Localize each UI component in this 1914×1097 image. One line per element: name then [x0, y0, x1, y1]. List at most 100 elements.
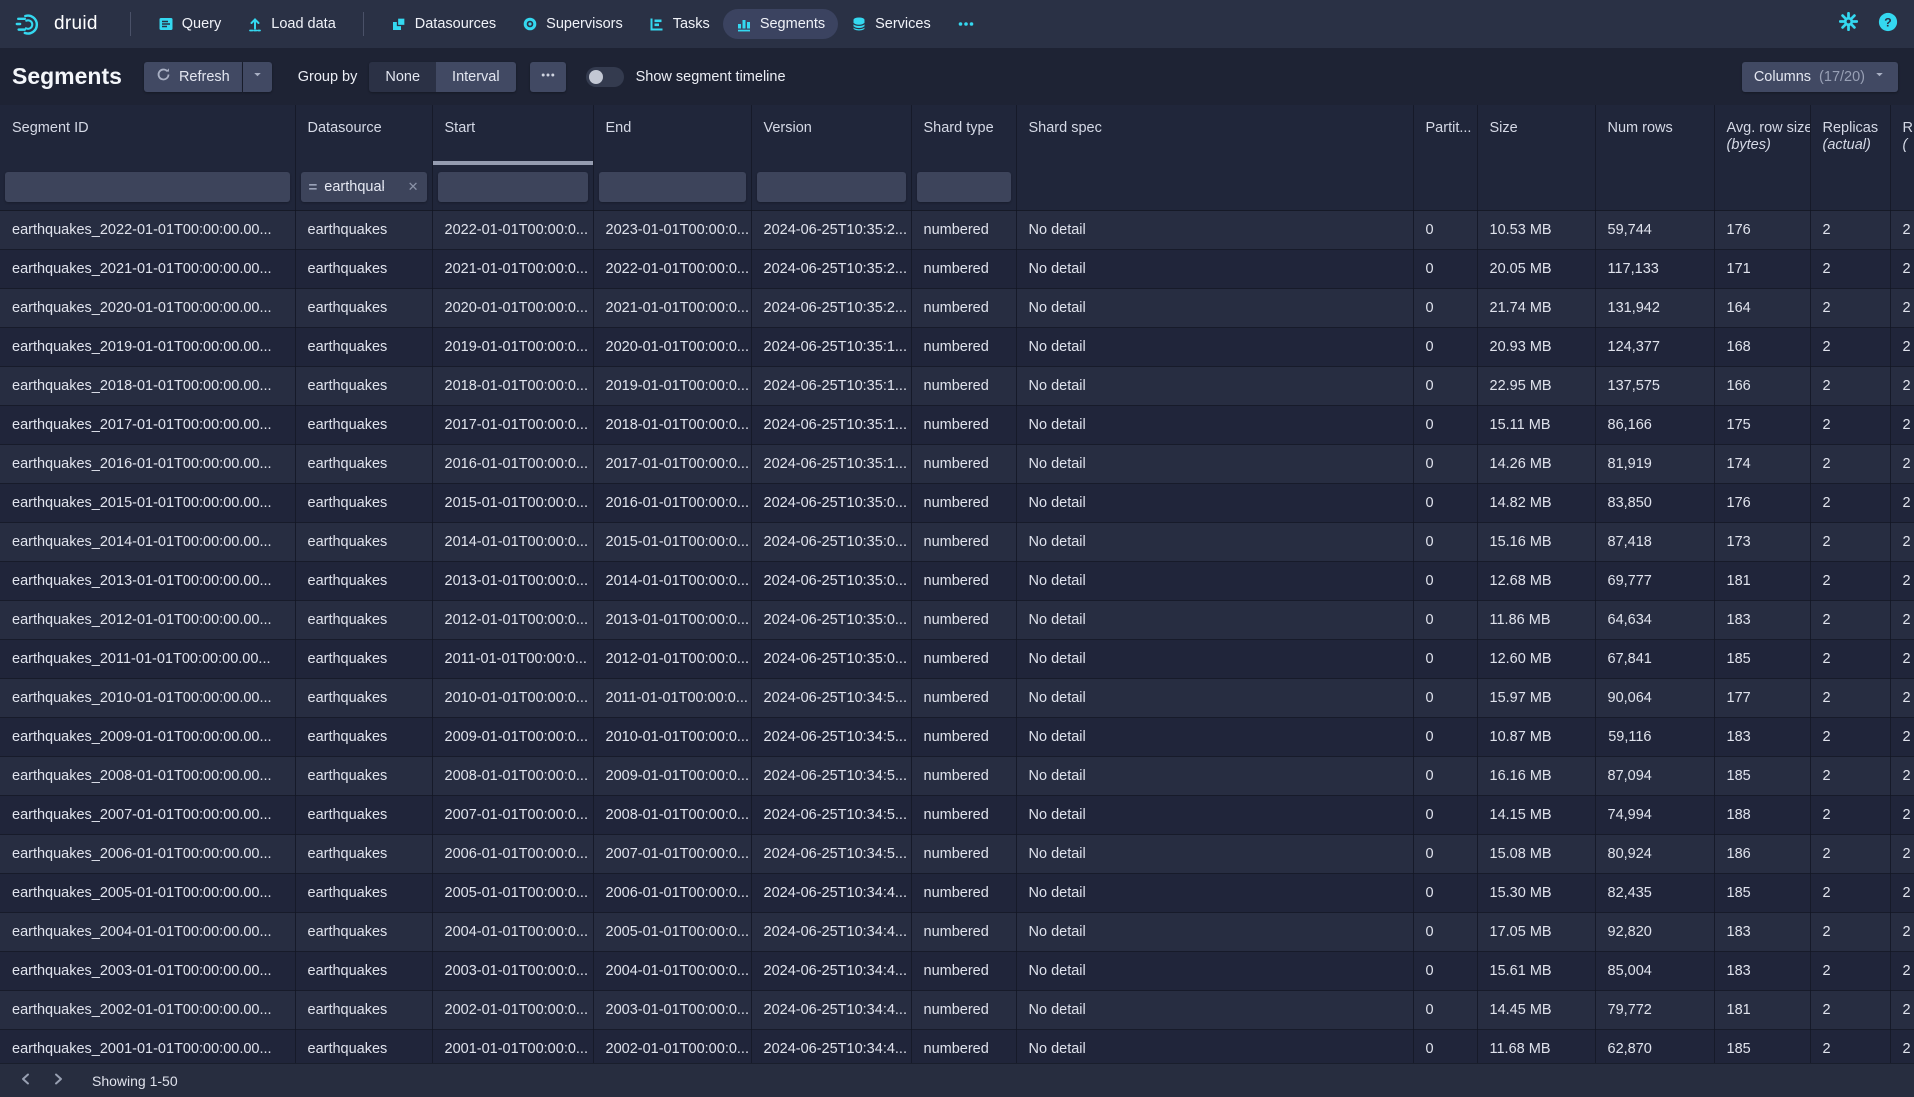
- cell-end[interactable]: 2007-01-01T00:00:0...: [593, 834, 751, 873]
- clear-filter-icon[interactable]: ✕: [408, 179, 419, 195]
- cell-datasource[interactable]: earthquakes: [295, 873, 432, 912]
- cell-shard-type[interactable]: numbered: [911, 951, 1016, 990]
- cell-replicas[interactable]: 2: [1810, 327, 1890, 366]
- cell-version[interactable]: 2024-06-25T10:35:0...: [751, 522, 911, 561]
- nav-item-datasources[interactable]: Datasources: [378, 9, 509, 39]
- cell-start[interactable]: 2010-01-01T00:00:0...: [432, 678, 593, 717]
- end-filter-input[interactable]: [599, 172, 746, 202]
- cell-version[interactable]: 2024-06-25T10:34:5...: [751, 678, 911, 717]
- cell-replicas[interactable]: 2: [1810, 795, 1890, 834]
- cell-segment-id[interactable]: earthquakes_2006-01-01T00:00:00.00...: [0, 834, 295, 873]
- cell-num-rows[interactable]: 69,777: [1595, 561, 1714, 600]
- cell-replicated-size[interactable]: 2: [1890, 249, 1914, 288]
- column-header-shard-type[interactable]: Shard type: [911, 105, 1016, 165]
- cell-segment-id[interactable]: earthquakes_2002-01-01T00:00:00.00...: [0, 990, 295, 1029]
- cell-shard-type[interactable]: numbered: [911, 912, 1016, 951]
- cell-end[interactable]: 2019-01-01T00:00:0...: [593, 366, 751, 405]
- cell-avg-row-size[interactable]: 164: [1714, 288, 1810, 327]
- cell-num-rows[interactable]: 81,919: [1595, 444, 1714, 483]
- cell-avg-row-size[interactable]: 174: [1714, 444, 1810, 483]
- cell-datasource[interactable]: earthquakes: [295, 600, 432, 639]
- cell-avg-row-size[interactable]: 185: [1714, 756, 1810, 795]
- cell-size[interactable]: 22.95 MB: [1477, 366, 1595, 405]
- cell-version[interactable]: 2024-06-25T10:34:5...: [751, 795, 911, 834]
- nav-item-supervisors[interactable]: Supervisors: [509, 9, 636, 39]
- table-row[interactable]: earthquakes_2021-01-01T00:00:00.00... ea…: [0, 249, 1914, 288]
- cell-start[interactable]: 2014-01-01T00:00:0...: [432, 522, 593, 561]
- column-header-start[interactable]: Start: [432, 105, 593, 165]
- cell-num-rows[interactable]: 86,166: [1595, 405, 1714, 444]
- cell-replicas[interactable]: 2: [1810, 717, 1890, 756]
- cell-avg-row-size[interactable]: 185: [1714, 873, 1810, 912]
- cell-start[interactable]: 2019-01-01T00:00:0...: [432, 327, 593, 366]
- cell-segment-id[interactable]: earthquakes_2018-01-01T00:00:00.00...: [0, 366, 295, 405]
- cell-shard-type[interactable]: numbered: [911, 327, 1016, 366]
- cell-shard-type[interactable]: numbered: [911, 990, 1016, 1029]
- group-by-interval-button[interactable]: Interval: [436, 62, 516, 92]
- settings-button[interactable]: [1839, 12, 1858, 36]
- datasource-filter-chip[interactable]: = earthquake ✕: [301, 172, 427, 202]
- cell-end[interactable]: 2013-01-01T00:00:0...: [593, 600, 751, 639]
- cell-datasource[interactable]: earthquakes: [295, 210, 432, 249]
- cell-shard-type[interactable]: numbered: [911, 834, 1016, 873]
- cell-replicated-size[interactable]: 2: [1890, 288, 1914, 327]
- cell-partition[interactable]: 0: [1413, 405, 1477, 444]
- cell-segment-id[interactable]: earthquakes_2007-01-01T00:00:00.00...: [0, 795, 295, 834]
- table-row[interactable]: earthquakes_2006-01-01T00:00:00.00... ea…: [0, 834, 1914, 873]
- cell-partition[interactable]: 0: [1413, 678, 1477, 717]
- cell-partition[interactable]: 0: [1413, 444, 1477, 483]
- cell-replicated-size[interactable]: 2: [1890, 444, 1914, 483]
- cell-shard-type[interactable]: numbered: [911, 288, 1016, 327]
- cell-replicas[interactable]: 2: [1810, 366, 1890, 405]
- cell-replicated-size[interactable]: 2: [1890, 912, 1914, 951]
- table-row[interactable]: earthquakes_2022-01-01T00:00:00.00... ea…: [0, 210, 1914, 249]
- cell-partition[interactable]: 0: [1413, 327, 1477, 366]
- segment-id-filter-input[interactable]: [5, 172, 290, 202]
- nav-item-tasks[interactable]: Tasks: [636, 9, 723, 39]
- cell-shard-type[interactable]: numbered: [911, 717, 1016, 756]
- cell-end[interactable]: 2015-01-01T00:00:0...: [593, 522, 751, 561]
- table-row[interactable]: earthquakes_2019-01-01T00:00:00.00... ea…: [0, 327, 1914, 366]
- cell-replicated-size[interactable]: 2: [1890, 522, 1914, 561]
- column-header-version[interactable]: Version: [751, 105, 911, 165]
- cell-shard-spec[interactable]: No detail: [1016, 444, 1413, 483]
- cell-replicated-size[interactable]: 2: [1890, 717, 1914, 756]
- cell-num-rows[interactable]: 64,634: [1595, 600, 1714, 639]
- cell-replicas[interactable]: 2: [1810, 912, 1890, 951]
- cell-start[interactable]: 2007-01-01T00:00:0...: [432, 795, 593, 834]
- cell-version[interactable]: 2024-06-25T10:34:4...: [751, 951, 911, 990]
- cell-replicated-size[interactable]: 2: [1890, 210, 1914, 249]
- nav-item-load-data[interactable]: Load data: [234, 9, 349, 39]
- cell-replicas[interactable]: 2: [1810, 249, 1890, 288]
- cell-replicas[interactable]: 2: [1810, 600, 1890, 639]
- cell-avg-row-size[interactable]: 183: [1714, 951, 1810, 990]
- table-row[interactable]: earthquakes_2002-01-01T00:00:00.00... ea…: [0, 990, 1914, 1029]
- cell-size[interactable]: 20.93 MB: [1477, 327, 1595, 366]
- cell-end[interactable]: 2012-01-01T00:00:0...: [593, 639, 751, 678]
- cell-version[interactable]: 2024-06-25T10:35:0...: [751, 639, 911, 678]
- cell-num-rows[interactable]: 87,094: [1595, 756, 1714, 795]
- cell-size[interactable]: 21.74 MB: [1477, 288, 1595, 327]
- cell-replicas[interactable]: 2: [1810, 288, 1890, 327]
- column-header-avg-row-size[interactable]: Avg. row size(bytes): [1714, 105, 1810, 165]
- cell-segment-id[interactable]: earthquakes_2019-01-01T00:00:00.00...: [0, 327, 295, 366]
- cell-size[interactable]: 14.15 MB: [1477, 795, 1595, 834]
- cell-datasource[interactable]: earthquakes: [295, 912, 432, 951]
- cell-size[interactable]: 14.26 MB: [1477, 444, 1595, 483]
- cell-shard-spec[interactable]: No detail: [1016, 561, 1413, 600]
- cell-shard-type[interactable]: numbered: [911, 210, 1016, 249]
- cell-shard-spec[interactable]: No detail: [1016, 366, 1413, 405]
- cell-end[interactable]: 2011-01-01T00:00:0...: [593, 678, 751, 717]
- cell-segment-id[interactable]: earthquakes_2009-01-01T00:00:00.00...: [0, 717, 295, 756]
- cell-version[interactable]: 2024-06-25T10:34:5...: [751, 717, 911, 756]
- cell-shard-spec[interactable]: No detail: [1016, 873, 1413, 912]
- cell-version[interactable]: 2024-06-25T10:35:2...: [751, 249, 911, 288]
- cell-datasource[interactable]: earthquakes: [295, 327, 432, 366]
- cell-shard-type[interactable]: numbered: [911, 366, 1016, 405]
- column-header-partition[interactable]: Partit...: [1413, 105, 1477, 165]
- cell-partition[interactable]: 0: [1413, 600, 1477, 639]
- cell-avg-row-size[interactable]: 175: [1714, 405, 1810, 444]
- table-row[interactable]: earthquakes_2013-01-01T00:00:00.00... ea…: [0, 561, 1914, 600]
- cell-end[interactable]: 2014-01-01T00:00:0...: [593, 561, 751, 600]
- cell-segment-id[interactable]: earthquakes_2017-01-01T00:00:00.00...: [0, 405, 295, 444]
